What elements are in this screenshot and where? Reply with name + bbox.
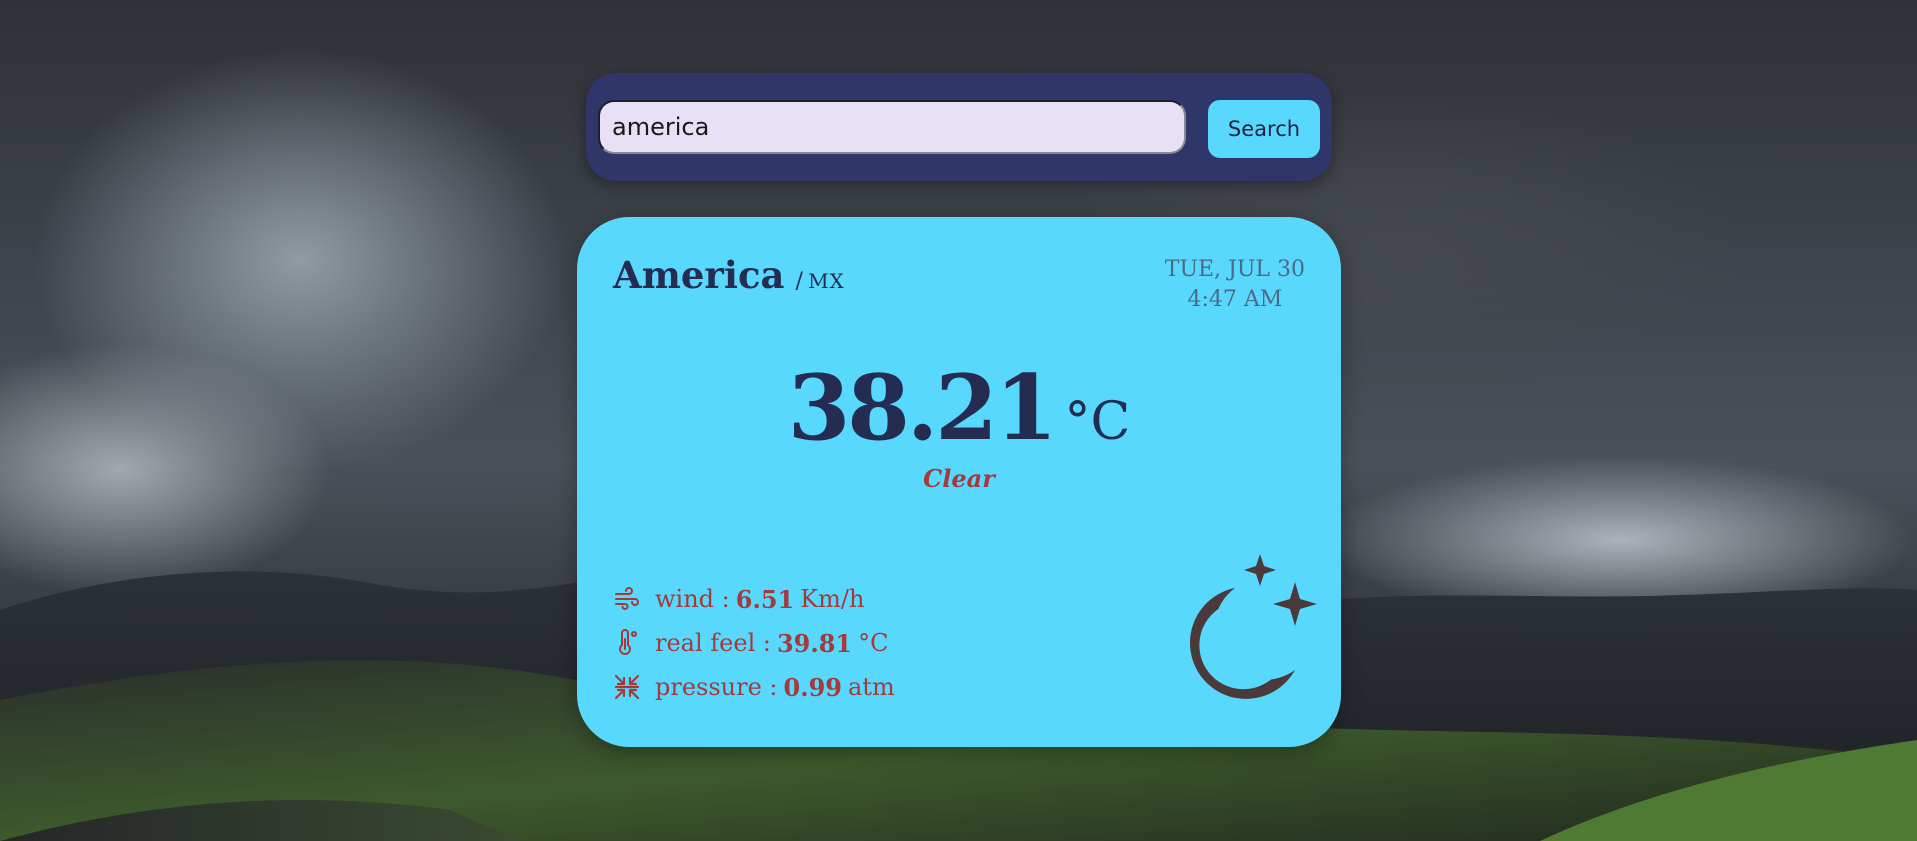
temperature-display: 38.21 °C <box>577 355 1341 461</box>
time-label: 4:47 AM <box>1187 287 1283 312</box>
wind-icon <box>615 587 639 610</box>
search-button[interactable]: Search <box>1208 100 1320 158</box>
real-feel-unit: °C <box>858 629 889 657</box>
pressure-icon <box>614 674 640 700</box>
city-name: America <box>613 253 785 297</box>
search-input[interactable] <box>598 100 1186 154</box>
wind-unit: Km/h <box>800 585 865 613</box>
stat-pressure: pressure : 0.99 atm <box>613 665 895 709</box>
real-feel-label: real feel : <box>655 629 771 657</box>
weather-card: America / MX TUE, JUL 30 4:47 AM 38.21 °C… <box>577 217 1341 747</box>
pressure-unit: atm <box>847 673 895 701</box>
wind-value: 6.51 <box>735 584 795 614</box>
date-label: TUE, JUL 30 <box>1164 257 1305 282</box>
wind-label: wind : <box>655 585 730 613</box>
datetime: TUE, JUL 30 4:47 AM <box>1165 255 1305 315</box>
location-separator: / <box>795 269 803 294</box>
country-code: MX <box>808 269 845 293</box>
thermometer-icon <box>619 629 637 655</box>
weather-stats: wind : 6.51 Km/h real feel : 39.81 °C pr… <box>613 577 895 709</box>
moon-stars-icon <box>1189 554 1317 699</box>
stat-wind: wind : 6.51 Km/h <box>613 577 895 621</box>
temperature-unit: °C <box>1064 392 1131 452</box>
stat-real-feel: real feel : 39.81 °C <box>613 621 895 665</box>
location: America / MX <box>613 253 845 297</box>
pressure-value: 0.99 <box>783 672 842 702</box>
search-bar: Search <box>586 73 1332 181</box>
pressure-label: pressure : <box>655 673 778 701</box>
weather-condition: Clear <box>923 464 995 493</box>
temperature-value: 38.21 <box>787 355 1058 461</box>
real-feel-value: 39.81 <box>776 628 853 658</box>
